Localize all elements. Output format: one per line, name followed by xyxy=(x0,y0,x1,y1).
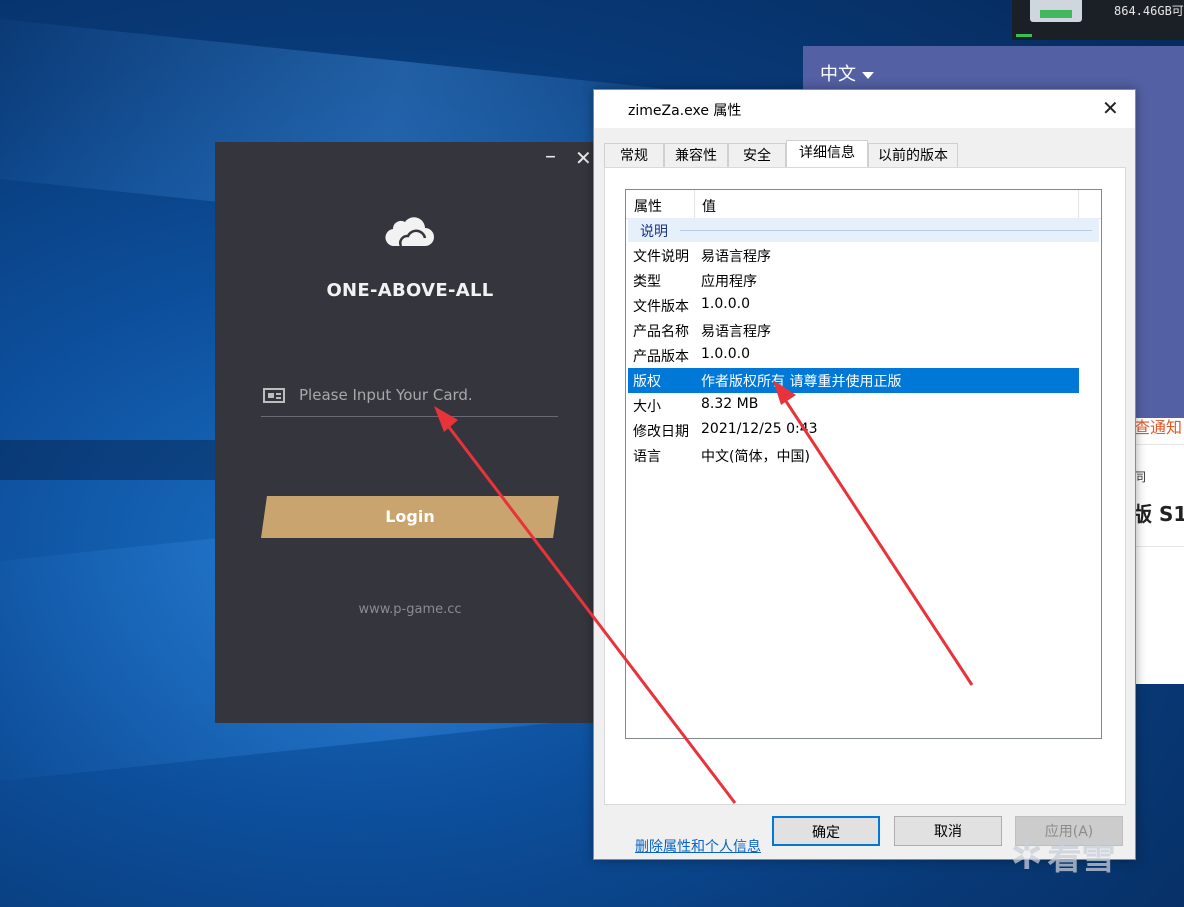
table-row[interactable]: 语言 中文(简体，中国) xyxy=(626,443,1079,468)
group-header: 说明 xyxy=(628,218,1099,242)
row-key: 修改日期 xyxy=(633,424,689,440)
row-value: 1.0.0.0 xyxy=(701,296,750,312)
dialog-titlebar: zimeZa.exe 属性 ✕ xyxy=(594,90,1135,128)
properties-dialog: zimeZa.exe 属性 ✕ 常规 兼容性 安全 详细信息 以前的版本 属性 … xyxy=(593,89,1136,860)
row-value: 2021/12/25 0:43 xyxy=(701,421,818,437)
divider xyxy=(1132,546,1184,547)
ok-button[interactable]: 确定 xyxy=(772,816,880,846)
disk-usage-widget: 864.46GB可 xyxy=(1012,0,1184,40)
group-label: 说明 xyxy=(640,224,668,240)
tab-compatibility[interactable]: 兼容性 xyxy=(664,143,728,168)
row-key: 版权 xyxy=(633,374,661,390)
table-row[interactable]: 产品版本 1.0.0.0 xyxy=(626,343,1079,368)
app-title: ONE-ABOVE-ALL xyxy=(326,280,494,301)
language-selector[interactable]: 中文 xyxy=(820,60,874,86)
notice-link[interactable]: 查通知 xyxy=(1134,414,1182,438)
cloud-logo-icon xyxy=(385,217,434,247)
card-icon xyxy=(263,388,285,403)
group-line xyxy=(680,230,1092,231)
table-row[interactable]: 大小 8.32 MB xyxy=(626,393,1079,418)
row-value: 作者版权所有 请尊重并使用正版 xyxy=(701,374,902,390)
list-header: 属性 值 xyxy=(626,190,1101,219)
close-button[interactable]: ✕ xyxy=(575,146,592,170)
tab-details[interactable]: 详细信息 xyxy=(786,140,868,169)
watermark-text: 看雪 xyxy=(1047,838,1116,878)
minimize-button[interactable]: – xyxy=(545,144,556,169)
hard-drive-icon xyxy=(1030,0,1082,22)
login-button[interactable]: Login xyxy=(261,496,559,538)
row-value: 中文(简体，中国) xyxy=(701,449,810,465)
row-value: 应用程序 xyxy=(701,274,757,290)
property-list[interactable]: 属性 值 说明 文件说明 易语言程序 类型 应用程序 文件版本 1.0.0.0 产品名… xyxy=(625,189,1102,739)
input-underline xyxy=(261,416,558,417)
row-value: 1.0.0.0 xyxy=(701,346,750,362)
login-window: – ✕ ONE-ABOVE-ALL Login www.p-game.cc xyxy=(215,142,605,723)
row-value: 易语言程序 xyxy=(701,324,771,340)
details-pane: 属性 值 说明 文件说明 易语言程序 类型 应用程序 文件版本 1.0.0.0 产品名… xyxy=(604,167,1126,855)
dialog-title: zimeZa.exe 属性 xyxy=(628,103,742,119)
row-key: 大小 xyxy=(633,399,661,415)
divider xyxy=(1132,444,1184,445)
tab-security[interactable]: 安全 xyxy=(728,143,786,168)
disk-free-text: 864.46GB可 xyxy=(1114,4,1184,18)
close-button[interactable]: ✕ xyxy=(1102,96,1119,120)
table-row-selected[interactable]: 版权 作者版权所有 请尊重并使用正版 xyxy=(628,368,1079,393)
table-row[interactable]: 文件版本 1.0.0.0 xyxy=(626,293,1079,318)
table-row[interactable]: 类型 应用程序 xyxy=(626,268,1079,293)
column-header-value[interactable]: 值 xyxy=(702,196,716,216)
row-key: 类型 xyxy=(633,274,661,290)
table-row[interactable]: 产品名称 易语言程序 xyxy=(626,318,1079,343)
side-heading: 版 S1 xyxy=(1132,502,1184,526)
card-input[interactable] xyxy=(299,384,549,406)
row-value: 8.32 MB xyxy=(701,396,759,412)
table-row[interactable]: 修改日期 2021/12/25 0:43 xyxy=(626,418,1079,443)
snowflake-icon: ✲ xyxy=(1010,833,1044,879)
column-divider[interactable] xyxy=(1078,190,1079,218)
remove-properties-link[interactable]: 删除属性和个人信息 xyxy=(635,836,761,856)
watermark: ✲ 看雪 xyxy=(1010,830,1116,879)
side-content-panel: 查通知 同 版 S1 xyxy=(1132,418,1184,684)
website-url[interactable]: www.p-game.cc xyxy=(215,602,605,617)
row-key: 语言 xyxy=(633,449,661,465)
column-divider[interactable] xyxy=(694,190,695,218)
row-value: 易语言程序 xyxy=(701,249,771,265)
tab-previous-versions[interactable]: 以前的版本 xyxy=(868,143,958,168)
usage-bar xyxy=(1016,34,1032,37)
language-label: 中文 xyxy=(820,64,856,85)
row-key: 文件版本 xyxy=(633,299,689,315)
cancel-button[interactable]: 取消 xyxy=(894,816,1002,846)
tab-general[interactable]: 常规 xyxy=(604,143,664,168)
caret-down-icon xyxy=(862,71,874,79)
row-key: 文件说明 xyxy=(633,249,689,265)
column-header-property[interactable]: 属性 xyxy=(634,196,662,216)
table-row[interactable]: 文件说明 易语言程序 xyxy=(626,243,1079,268)
row-key: 产品名称 xyxy=(633,324,689,340)
row-key: 产品版本 xyxy=(633,349,689,365)
